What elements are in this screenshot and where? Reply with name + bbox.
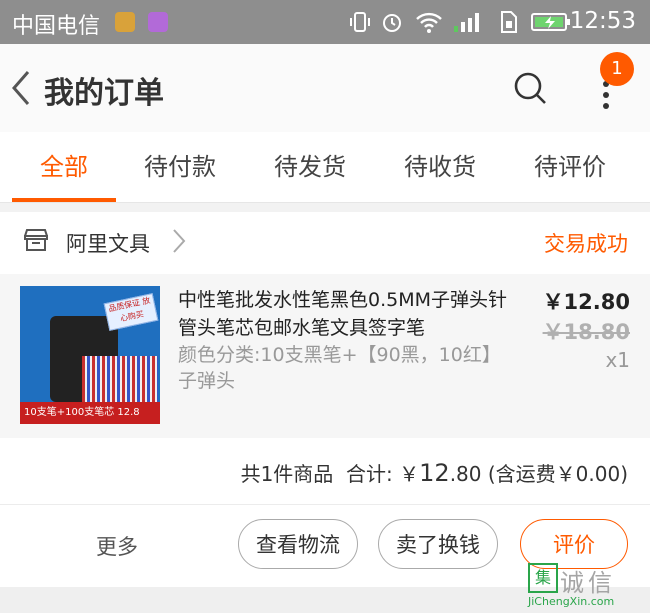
chevron-right-icon (173, 229, 186, 253)
status-bar: 中国电信 12:53 (0, 0, 650, 44)
carrier-label: 中国电信 (12, 14, 101, 39)
pen-refills-image (82, 356, 158, 402)
product-quantity: x1 (605, 348, 630, 372)
product-spec: 颜色分类:10支黑笔+【90黑，10红】子弹头 (178, 344, 501, 392)
active-tab-indicator (12, 198, 116, 202)
battery-charging-icon (531, 13, 570, 31)
item-count: 共1件商品 (240, 462, 334, 486)
total-decimal: .80 (449, 462, 482, 486)
review-button[interactable]: 评价 (520, 519, 628, 569)
search-icon[interactable] (512, 70, 548, 106)
watermark-name: 诚信 (560, 569, 616, 597)
tab-pending-payment[interactable]: 待付款 (120, 132, 240, 202)
tab-pending-shipment[interactable]: 待发货 (250, 132, 370, 202)
tab-label: 待收货 (404, 153, 476, 181)
tab-label: 全部 (40, 153, 88, 181)
shop-row[interactable]: 阿里文具 交易成功 (0, 212, 650, 274)
tab-label: 待付款 (144, 153, 216, 181)
order-tabs: 全部 待付款 待发货 待收货 待评价 (0, 132, 650, 203)
notification-badge: 1 (600, 52, 634, 86)
order-summary: 共1件商品 合计: ￥12.80 (含运费￥0.00) (0, 438, 650, 505)
sim-icon (501, 11, 517, 33)
signal-icon (454, 13, 479, 32)
order-item[interactable]: 品质保证 放心购买 10支笔+100支笔芯 12.8 中性笔批发水性笔黑色0.5… (0, 274, 650, 438)
shop-name: 阿里文具 (66, 232, 150, 256)
tab-label: 待评价 (534, 153, 606, 181)
tab-label: 待发货 (274, 153, 346, 181)
alarm-icon (383, 14, 401, 32)
more-button[interactable]: 更多 (96, 531, 138, 561)
tab-pending-review[interactable]: 待评价 (510, 132, 630, 202)
gallery-notification-icon (148, 12, 168, 32)
view-logistics-button[interactable]: 查看物流 (238, 519, 358, 569)
total-integer: 12 (419, 459, 450, 487)
shipping-fee: (含运费￥0.00) (487, 462, 628, 486)
watermark-logo: 集 (528, 563, 558, 593)
total-label: 合计: (346, 462, 400, 486)
product-thumbnail[interactable]: 品质保证 放心购买 10支笔+100支笔芯 12.8 (20, 286, 160, 424)
vibrate-icon (350, 12, 370, 32)
notification-app-icon (115, 12, 135, 32)
product-name: 中性笔批发水性笔黑色0.5MM子弹头针管头笔芯包邮水笔文具签字笔 (178, 289, 508, 339)
store-icon (24, 229, 48, 251)
order-status: 交易成功 (544, 232, 628, 256)
thumbnail-banner: 10支笔+100支笔芯 12.8 (20, 402, 160, 424)
page-title: 我的订单 (44, 76, 164, 111)
watermark: 集 诚信 JiChengXin.com (528, 563, 644, 609)
original-price: ￥18.80 (542, 320, 630, 344)
tab-pending-receipt[interactable]: 待收货 (380, 132, 500, 202)
total-currency: ￥ (399, 462, 420, 486)
app-header: 我的订单 1 (0, 44, 650, 132)
quality-tag: 品质保证 放心购买 (103, 293, 159, 331)
product-price: ￥12.80 (542, 290, 630, 314)
summary-text: 共1件商品 合计: ￥12.80 (含运费￥0.00) (241, 458, 628, 487)
back-arrow-icon[interactable] (8, 66, 34, 110)
tab-all[interactable]: 全部 (4, 132, 124, 202)
watermark-url: JiChengXin.com (528, 595, 615, 608)
resell-button[interactable]: 卖了换钱 (378, 519, 498, 569)
clock: 12:53 (569, 8, 636, 34)
wifi-icon (416, 12, 442, 33)
